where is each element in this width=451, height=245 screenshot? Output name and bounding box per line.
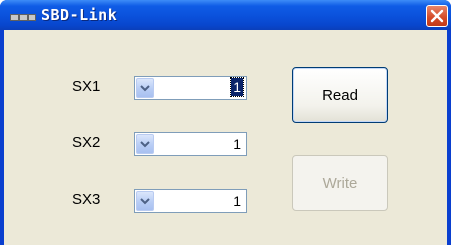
window-title: SBD-Link	[41, 6, 118, 24]
read-button[interactable]: Read	[292, 67, 388, 123]
sx2-combo[interactable]: 1	[134, 132, 247, 156]
app-icon	[10, 14, 36, 21]
sx1-value[interactable]: 1	[230, 77, 244, 97]
title-bar[interactable]: SBD-Link	[0, 0, 451, 30]
chevron-down-icon	[140, 198, 150, 205]
client-area: SX1 1 SX2 1 SX3 1 Read Write	[4, 30, 447, 245]
sx3-label: SX3	[72, 191, 101, 208]
sx3-value[interactable]: 1	[233, 193, 241, 209]
chevron-down-icon	[140, 85, 150, 92]
app-window: SBD-Link SX1 1 SX2 1 SX3 1 Read Write	[0, 0, 451, 245]
sx2-label: SX2	[72, 134, 101, 151]
close-icon	[430, 9, 444, 23]
close-button[interactable]	[426, 5, 448, 27]
sx2-value[interactable]: 1	[233, 136, 241, 152]
chevron-down-icon	[140, 141, 150, 148]
write-button: Write	[292, 155, 388, 211]
sx1-dropdown-button[interactable]	[136, 78, 154, 98]
sx2-dropdown-button[interactable]	[136, 134, 154, 154]
sx1-label: SX1	[72, 78, 101, 95]
sx1-combo[interactable]: 1	[134, 76, 247, 100]
sx3-combo[interactable]: 1	[134, 189, 247, 213]
sx3-dropdown-button[interactable]	[136, 191, 154, 211]
